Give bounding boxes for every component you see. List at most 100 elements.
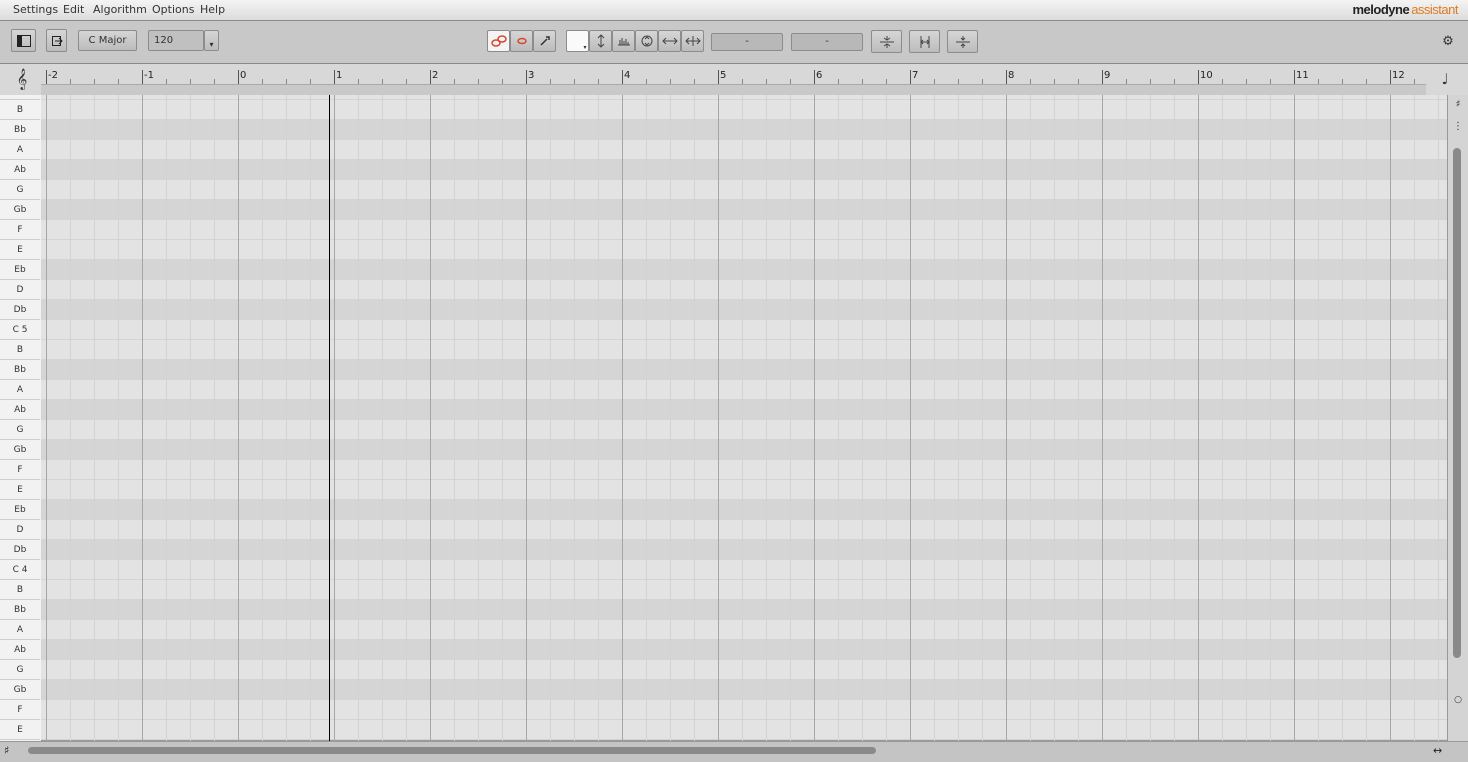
pitch-lane[interactable] (41, 660, 1447, 680)
horizontal-zoom-icon[interactable]: ↔ (1433, 744, 1442, 757)
piano-key[interactable]: C 5 (0, 320, 40, 340)
menu-help[interactable]: Help (200, 3, 225, 16)
piano-key[interactable]: E (0, 720, 40, 740)
piano-key[interactable]: Bb (0, 600, 40, 620)
pitch-lane[interactable] (41, 300, 1447, 320)
scale-grid-icon[interactable]: ♯ (4, 744, 9, 757)
piano-key[interactable]: C 4 (0, 560, 40, 580)
key-signature-button[interactable]: C Major (78, 30, 137, 51)
inspector-button[interactable] (46, 29, 67, 52)
pitch-lane[interactable] (41, 700, 1447, 720)
formant-tool-button[interactable] (635, 30, 658, 52)
menu-edit[interactable]: Edit (63, 3, 84, 16)
piano-key[interactable]: A (0, 140, 40, 160)
main-tool-button[interactable] (487, 30, 510, 52)
piano-key[interactable]: Db (0, 300, 40, 320)
amplitude-tool-button[interactable] (612, 30, 635, 52)
vertical-scroll-thumb[interactable] (1453, 148, 1461, 658)
pitch-lane[interactable] (41, 280, 1447, 300)
level-amplitude-button[interactable] (947, 30, 978, 53)
piano-key[interactable]: A (0, 620, 40, 640)
pitch-lane[interactable] (41, 320, 1447, 340)
pitch-lane[interactable] (41, 560, 1447, 580)
pitch-lane[interactable] (41, 720, 1447, 740)
piano-key[interactable]: Gb (0, 680, 40, 700)
pitch-lane[interactable] (41, 520, 1447, 540)
timeline-ruler[interactable]: 𝄞 -2 -1 0 1 2 3 4 5 6 7 8 9 10 11 12 ♩ (0, 64, 1468, 96)
pitch-lane[interactable] (41, 120, 1447, 140)
tempo-field[interactable]: 120 (148, 30, 204, 51)
pitch-lane[interactable] (41, 440, 1447, 460)
time-tool-button[interactable] (658, 30, 681, 52)
value-display-left[interactable]: - (711, 33, 783, 51)
pitch-lane[interactable] (41, 220, 1447, 240)
pitch-lane[interactable] (41, 160, 1447, 180)
piano-keyboard[interactable]: C 6BBbAAbGGbFEEbDDbC 5BBbAAbGGbFEEbDDbC … (0, 95, 42, 741)
menu-algorithm[interactable]: Algorithm (93, 3, 147, 16)
pitch-lane[interactable] (41, 180, 1447, 200)
piano-key[interactable]: B (0, 580, 40, 600)
horizontal-scroll-thumb[interactable] (28, 747, 876, 754)
treble-clef-icon[interactable]: 𝄞 (12, 67, 32, 91)
playhead[interactable] (329, 95, 330, 741)
piano-key[interactable]: F (0, 700, 40, 720)
value-display-right[interactable]: - (791, 33, 863, 51)
pitch-lane[interactable] (41, 620, 1447, 640)
piano-key[interactable]: Ab (0, 160, 40, 180)
piano-key[interactable]: E (0, 240, 40, 260)
piano-key[interactable]: G (0, 180, 40, 200)
pitch-lane[interactable] (41, 420, 1447, 440)
blob-tool-button[interactable] (510, 30, 533, 52)
note-editor-grid[interactable] (41, 95, 1447, 741)
pitch-lane[interactable] (41, 540, 1447, 560)
pitch-lane[interactable] (41, 460, 1447, 480)
quarter-note-icon[interactable]: ♩ (1436, 69, 1454, 89)
pitch-lane[interactable] (41, 500, 1447, 520)
piano-key[interactable]: Gb (0, 200, 40, 220)
piano-key[interactable]: D (0, 280, 40, 300)
vertical-scrollbar[interactable]: ♯ ⋮ ○ (1447, 95, 1468, 741)
piano-key[interactable]: Ab (0, 640, 40, 660)
pitch-lane[interactable] (41, 640, 1447, 660)
menu-options[interactable]: Options (152, 3, 194, 16)
piano-key[interactable]: Ab (0, 400, 40, 420)
piano-key[interactable]: G (0, 660, 40, 680)
note-separation-tool-button[interactable] (681, 30, 704, 52)
piano-key[interactable]: E (0, 480, 40, 500)
piano-key[interactable]: D (0, 520, 40, 540)
pitch-lane[interactable] (41, 260, 1447, 280)
piano-key[interactable]: F (0, 460, 40, 480)
piano-key[interactable]: B (0, 100, 40, 120)
pitch-correct-button[interactable] (871, 30, 902, 53)
tempo-dropdown-button[interactable]: ▾ (204, 30, 219, 51)
piano-key[interactable]: Eb (0, 260, 40, 280)
zoom-handle-icon[interactable]: ○ (1451, 693, 1465, 707)
quantize-time-button[interactable] (909, 30, 940, 53)
wrench-tool-button[interactable] (533, 30, 556, 52)
piano-key[interactable]: Eb (0, 500, 40, 520)
menu-settings[interactable]: Settings (13, 3, 58, 16)
piano-key[interactable]: Bb (0, 120, 40, 140)
pitch-lane[interactable] (41, 240, 1447, 260)
pitch-lane[interactable] (41, 400, 1447, 420)
scroll-handle-icon[interactable]: ⋮ (1451, 119, 1465, 133)
pitch-lane[interactable] (41, 580, 1447, 600)
gear-icon[interactable]: ⚙ (1437, 33, 1459, 49)
piano-key[interactable]: B (0, 340, 40, 360)
piano-key[interactable]: Bb (0, 360, 40, 380)
select-tool-button[interactable]: ▾ (566, 30, 589, 52)
piano-key[interactable]: Gb (0, 440, 40, 460)
pitch-lane[interactable] (41, 200, 1447, 220)
piano-key[interactable]: A (0, 380, 40, 400)
pitch-lane[interactable] (41, 100, 1447, 120)
pitch-modulation-tool-button[interactable] (589, 30, 612, 52)
piano-key[interactable]: F (0, 220, 40, 240)
pitch-lane[interactable] (41, 600, 1447, 620)
piano-key[interactable]: Db (0, 540, 40, 560)
scale-grid-icon[interactable]: ♯ (1451, 97, 1465, 111)
pitch-lane[interactable] (41, 140, 1447, 160)
pitch-lane[interactable] (41, 340, 1447, 360)
sidebar-toggle-button[interactable] (11, 29, 36, 52)
piano-key[interactable]: G (0, 420, 40, 440)
horizontal-scrollbar[interactable]: ♯ ↔ (0, 741, 1468, 762)
